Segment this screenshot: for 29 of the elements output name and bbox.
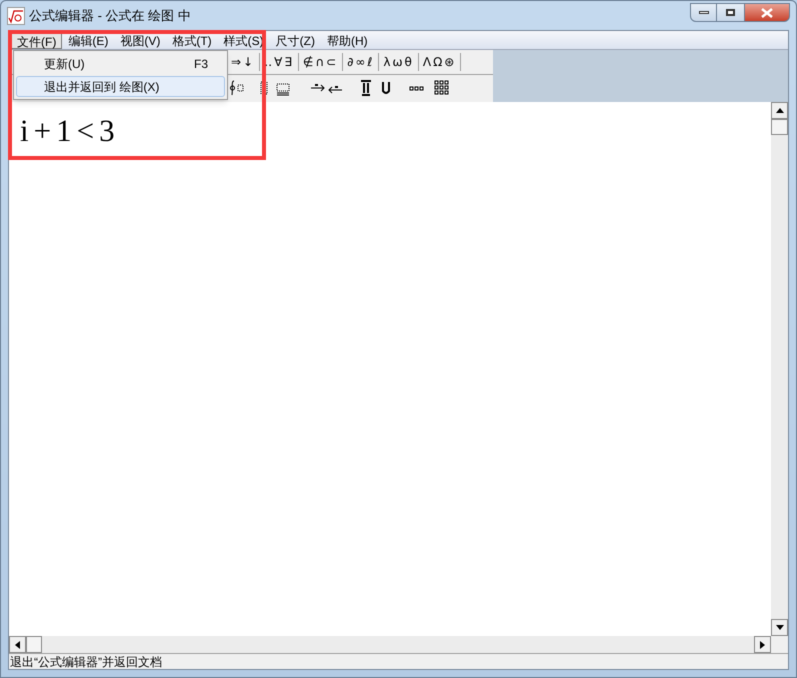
right-arrow-icon [760, 640, 765, 648]
equation: i+1<3 [20, 112, 120, 150]
symbol-palette-button[interactable]: ∉∩⊂ [298, 53, 344, 71]
close-icon [761, 8, 773, 18]
menu-item[interactable]: 编辑(E) [62, 32, 114, 48]
down-arrow-icon [776, 625, 784, 630]
menu-item[interactable]: 帮助(H) [320, 32, 374, 48]
minimize-button[interactable] [690, 3, 717, 22]
scroll-thumb[interactable] [771, 119, 788, 135]
up-arrow-icon [776, 108, 784, 113]
menu-item[interactable]: 尺寸(Z) [270, 32, 321, 48]
left-arrow-icon [15, 640, 20, 648]
symbol-palette-button[interactable]: λωθ [379, 53, 419, 71]
menu-option[interactable]: 更新(U) F3 [16, 53, 225, 74]
maximize-button[interactable] [717, 3, 744, 22]
menu-item[interactable]: 视图(V) [114, 32, 166, 48]
contour-integral-icon [227, 80, 245, 96]
scroll-thumb[interactable] [26, 636, 42, 653]
symbol-palette-button[interactable]: ΛΩ⊛ [418, 53, 462, 71]
horizontal-scrollbar[interactable] [9, 636, 771, 653]
close-button[interactable] [744, 3, 790, 22]
symbol-palette-button[interactable]: ∂∞ℓ [343, 53, 380, 71]
menu-option[interactable]: 退出并返回到 绘图(X) [16, 76, 225, 97]
symbol-palette-button[interactable]: ‥∀∃ [260, 53, 299, 71]
menu-item[interactable]: 格式(T) [166, 32, 218, 48]
status-text: 退出“公式编辑器”并返回文档 [9, 656, 162, 668]
vertical-scrollbar[interactable] [771, 102, 788, 636]
window-title: 公式编辑器 - 公式在 绘图 中 [29, 6, 191, 25]
app-icon [7, 6, 25, 24]
